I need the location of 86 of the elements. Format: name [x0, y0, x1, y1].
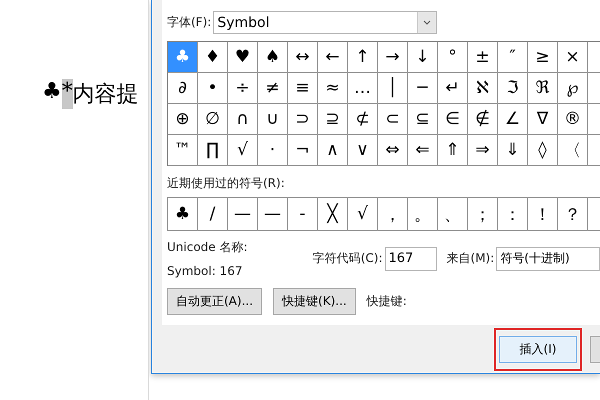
- symbol-cell[interactable]: ℘: [558, 73, 588, 104]
- unicode-name-label: Unicode 名称:: [167, 239, 249, 256]
- symbol-cell[interactable]: ↵: [438, 73, 468, 104]
- symbol-cell[interactable]: ：: [498, 198, 528, 231]
- symbol-cell[interactable]: ¬: [288, 135, 318, 166]
- symbol-cell[interactable]: ∇: [528, 104, 558, 135]
- symbol-cell[interactable]: ⊕: [168, 104, 198, 135]
- symbol-cell[interactable]: ♣: [168, 198, 198, 231]
- char-code-field[interactable]: 167: [384, 246, 437, 270]
- symbol-cell[interactable]: ⇓: [498, 135, 528, 166]
- symbol-cell[interactable]: ≠: [258, 73, 288, 104]
- symbol-cell[interactable]: •: [198, 73, 228, 104]
- symbol-cell[interactable]: ≈: [318, 73, 348, 104]
- from-label: 来自(M):: [446, 250, 494, 267]
- symbol-cell[interactable]: ∅: [198, 104, 228, 135]
- symbol-cell[interactable]: ∠: [498, 104, 528, 135]
- symbol-cell[interactable]: -: [288, 198, 318, 231]
- symbol-cell[interactable]: ·: [258, 135, 288, 166]
- symbol-cell[interactable]: ⊆: [408, 104, 438, 135]
- font-dropdown[interactable]: Symbol: [213, 11, 438, 34]
- symbol-cell[interactable]: ♥: [228, 42, 258, 73]
- symbol-cell[interactable]: ⇑: [438, 135, 468, 166]
- symbol-cell[interactable]: ⇒: [468, 135, 498, 166]
- symbol-cell[interactable]: 。: [408, 198, 438, 231]
- symbol-cell[interactable]: ⊄: [348, 104, 378, 135]
- symbol-cell[interactable]: ≥: [528, 42, 558, 73]
- symbol-cell[interactable]: ♠: [258, 42, 288, 73]
- symbol-cell[interactable]: ″: [498, 42, 528, 73]
- symbol-cell[interactable]: ℵ: [468, 73, 498, 104]
- symbol-cell[interactable]: —: [228, 198, 258, 231]
- symbol-cell[interactable]: ∩: [228, 104, 258, 135]
- from-dropdown[interactable]: 符号(十进制): [496, 246, 600, 270]
- symbol-cell[interactable]: ←: [318, 42, 348, 73]
- symbol-cell[interactable]: ⊂: [378, 104, 408, 135]
- symbol-cell[interactable]: √: [228, 135, 258, 166]
- symbol-cell[interactable]: —: [258, 198, 288, 231]
- symbol-cell[interactable]: ↓: [408, 42, 438, 73]
- symbol-cell[interactable]: ；: [468, 198, 498, 231]
- symbol-cell[interactable]: /: [198, 198, 228, 231]
- shortcut-key-button[interactable]: 快捷键(K)...: [273, 288, 356, 315]
- symbol-cell[interactable]: ─: [408, 73, 438, 104]
- symbol-cell[interactable]: ！: [528, 198, 558, 231]
- symbol-cell[interactable]: 、: [438, 198, 468, 231]
- char-code-label: 字符代码(C):: [312, 250, 383, 267]
- shortcut-key-label: 快捷键:: [366, 293, 407, 310]
- symbol-cell[interactable]: ™: [168, 135, 198, 166]
- symbol-cell[interactable]: ℑ: [498, 73, 528, 104]
- symbol-cell[interactable]: ÷: [228, 73, 258, 104]
- symbol-cell[interactable]: ∉: [468, 104, 498, 135]
- symbol-cell[interactable]: ℜ: [528, 73, 558, 104]
- symbol-cell[interactable]: …: [348, 73, 378, 104]
- symbol-cell[interactable]: ®: [558, 104, 588, 135]
- symbol-cell[interactable]: ，: [378, 198, 408, 231]
- symbol-cell[interactable]: ⇐: [408, 135, 438, 166]
- symbol-cell[interactable]: ⊃: [288, 104, 318, 135]
- font-label: 字体(F):: [167, 14, 212, 31]
- unicode-name: Symbol: 167: [167, 264, 244, 278]
- symbol-cell[interactable]: │: [378, 73, 408, 104]
- symbol-cell[interactable]: ？: [558, 198, 588, 231]
- symbol-cell[interactable]: ◊: [528, 135, 558, 166]
- symbol-cell[interactable]: ↔: [288, 42, 318, 73]
- document-text: ♣: [42, 79, 62, 106]
- symbol-cell[interactable]: ≡: [288, 73, 318, 104]
- symbol-cell[interactable]: ×: [558, 42, 588, 73]
- symbol-cell[interactable]: ∂: [168, 73, 198, 104]
- symbol-cell[interactable]: ∧: [318, 135, 348, 166]
- symbol-cell[interactable]: √: [348, 198, 378, 231]
- caret-icon: [423, 20, 432, 25]
- symbol-cell[interactable]: ╳: [318, 198, 348, 231]
- symbol-cell[interactable]: °: [438, 42, 468, 73]
- symbol-cell[interactable]: 〈: [558, 135, 588, 166]
- symbol-cell[interactable]: ∨: [348, 135, 378, 166]
- symbol-cell[interactable]: ∏: [198, 135, 228, 166]
- recent-symbols-label: 近期使用过的符号(R):: [167, 175, 286, 192]
- symbol-cell[interactable]: ↑: [348, 42, 378, 73]
- symbol-cell[interactable]: ∪: [258, 104, 288, 135]
- autocorrect-button[interactable]: 自动更正(A)...: [167, 288, 262, 315]
- insert-button[interactable]: 插入(I): [499, 336, 577, 362]
- symbol-cell[interactable]: ♦: [198, 42, 228, 73]
- symbol-cell[interactable]: →: [378, 42, 408, 73]
- document-text: *: [62, 79, 73, 109]
- symbol-cell[interactable]: ⊇: [318, 104, 348, 135]
- symbol-cell[interactable]: ∈: [438, 104, 468, 135]
- symbol-cell[interactable]: ⇔: [378, 135, 408, 166]
- document-text: 内容提: [72, 81, 139, 109]
- symbol-cell[interactable]: ±: [468, 42, 498, 73]
